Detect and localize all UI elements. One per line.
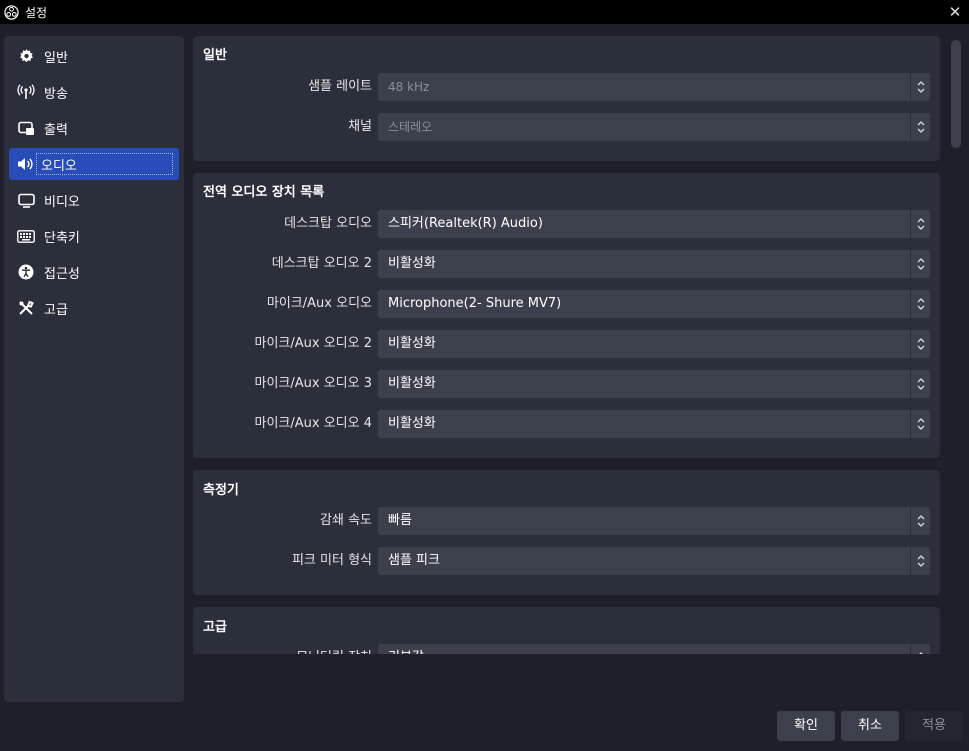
peak-meter-row: 피크 미터 형식 샘플 피크 <box>193 547 940 575</box>
sidebar-item-audio[interactable]: 오디오 <box>9 148 179 180</box>
spinner-arrows-icon <box>910 73 930 101</box>
sidebar-item-label: 방송 <box>44 86 68 102</box>
sidebar-item-label: 일반 <box>44 50 68 66</box>
audio-devices-group: 전역 오디오 장치 목록 데스크탑 오디오 스피커(Realtek(R) Aud… <box>193 173 940 458</box>
device-row: 마이크/Aux 오디오 3 비활성화 <box>193 370 940 398</box>
spinner-arrows-icon <box>910 644 930 654</box>
sidebar-item-accessibility[interactable]: 접근성 <box>9 256 179 288</box>
cancel-button[interactable]: 취소 <box>841 711 899 741</box>
output-monitor-icon <box>17 119 35 137</box>
group-title: 전역 오디오 장치 목록 <box>203 185 325 200</box>
spinner-arrows-icon <box>910 113 930 141</box>
scroll-thumb[interactable] <box>951 40 961 148</box>
sidebar-item-output[interactable]: 출력 <box>9 112 179 144</box>
sidebar-item-video[interactable]: 비디오 <box>9 184 179 216</box>
sample-rate-label: 샘플 레이트 <box>308 79 372 94</box>
sidebar-item-general[interactable]: 일반 <box>9 40 179 72</box>
decay-rate-label: 감쇄 속도 <box>320 513 372 528</box>
spinner-arrows-icon <box>910 370 930 398</box>
spinner-arrows-icon <box>910 507 930 535</box>
title-bar: 설정 ✕ <box>0 0 969 24</box>
close-button[interactable]: ✕ <box>945 2 965 22</box>
group-title: 고급 <box>203 620 227 635</box>
mic-aux-audio-3-select[interactable]: 비활성화 <box>378 370 930 398</box>
device-row: 마이크/Aux 오디오 Microphone(2- Shure MV7) <box>193 290 940 318</box>
peak-meter-label: 피크 미터 형식 <box>291 553 372 568</box>
decay-rate-row: 감쇄 속도 빠름 <box>193 507 940 535</box>
channel-label: 채널 <box>348 119 372 134</box>
monitoring-device-row: 모니터링 장치 기본값 <box>193 644 940 654</box>
sidebar-item-label: 고급 <box>44 302 68 318</box>
window-title: 설정 <box>25 5 48 20</box>
advanced-group: 고급 모니터링 장치 기본값 <box>193 607 940 654</box>
sidebar-item-label: 접근성 <box>44 266 80 282</box>
decay-rate-select[interactable]: 빠름 <box>378 507 930 535</box>
peak-meter-select[interactable]: 샘플 피크 <box>378 547 930 575</box>
spinner-arrows-icon <box>910 250 930 278</box>
sidebar-item-advanced[interactable]: 고급 <box>9 292 179 324</box>
monitoring-device-label: 모니터링 장치 <box>296 644 372 654</box>
speaker-icon <box>17 155 35 173</box>
sidebar-item-hotkeys[interactable]: 단축키 <box>9 220 179 252</box>
close-icon: ✕ <box>948 3 962 21</box>
obs-logo-icon <box>4 4 19 20</box>
group-title: 일반 <box>203 48 227 63</box>
sidebar-item-stream[interactable]: 방송 <box>9 76 179 108</box>
apply-button[interactable]: 적용 <box>905 711 963 741</box>
group-title: 측정기 <box>203 483 239 498</box>
spinner-arrows-icon <box>910 210 930 238</box>
monitoring-device-select[interactable]: 기본값 <box>378 644 930 654</box>
tools-icon <box>17 299 35 317</box>
monitor-icon <box>17 191 35 209</box>
sidebar-item-label: 단축키 <box>44 230 80 246</box>
desktop-audio-2-select[interactable]: 비활성화 <box>378 250 930 278</box>
spinner-arrows-icon <box>910 330 930 358</box>
device-row: 마이크/Aux 오디오 4 비활성화 <box>193 410 940 438</box>
device-row: 데스크탑 오디오 2 비활성화 <box>193 250 940 278</box>
desktop-audio-select[interactable]: 스피커(Realtek(R) Audio) <box>378 210 930 238</box>
mic-aux-audio-2-select[interactable]: 비활성화 <box>378 330 930 358</box>
mic-aux-audio-select[interactable]: Microphone(2- Shure MV7) <box>378 290 930 318</box>
broadcast-antenna-icon <box>17 83 35 101</box>
sidebar-item-label: 비디오 <box>44 194 80 210</box>
device-row: 마이크/Aux 오디오 2 비활성화 <box>193 330 940 358</box>
sample-rate-select[interactable]: 48 kHz <box>378 73 930 101</box>
gear-icon <box>17 47 35 65</box>
sample-rate-row: 샘플 레이트 48 kHz <box>193 73 940 101</box>
content-scrollbar[interactable] <box>948 36 964 654</box>
channel-row: 채널 스테레오 <box>193 113 940 141</box>
general-group: 일반 샘플 레이트 48 kHz 채널 스테레오 <box>193 36 940 161</box>
spinner-arrows-icon <box>910 290 930 318</box>
spinner-arrows-icon <box>910 410 930 438</box>
spinner-arrows-icon <box>910 547 930 575</box>
channel-select[interactable]: 스테레오 <box>378 113 930 141</box>
accessibility-icon <box>17 263 35 281</box>
settings-content: 일반 샘플 레이트 48 kHz 채널 스테레오 전역 오디오 장치 목록 데스… <box>193 36 940 654</box>
device-row: 데스크탑 오디오 스피커(Realtek(R) Audio) <box>193 210 940 238</box>
sidebar-item-label: 출력 <box>44 122 68 138</box>
mic-aux-audio-4-select[interactable]: 비활성화 <box>378 410 930 438</box>
settings-sidebar: 일반 방송 출력 오디오 비디오 단축키 접근성 고급 <box>4 36 184 702</box>
keyboard-icon <box>17 227 35 245</box>
ok-button[interactable]: 확인 <box>777 711 835 741</box>
focus-outline <box>36 153 173 175</box>
meters-group: 측정기 감쇄 속도 빠름 피크 미터 형식 샘플 피크 <box>193 470 940 595</box>
